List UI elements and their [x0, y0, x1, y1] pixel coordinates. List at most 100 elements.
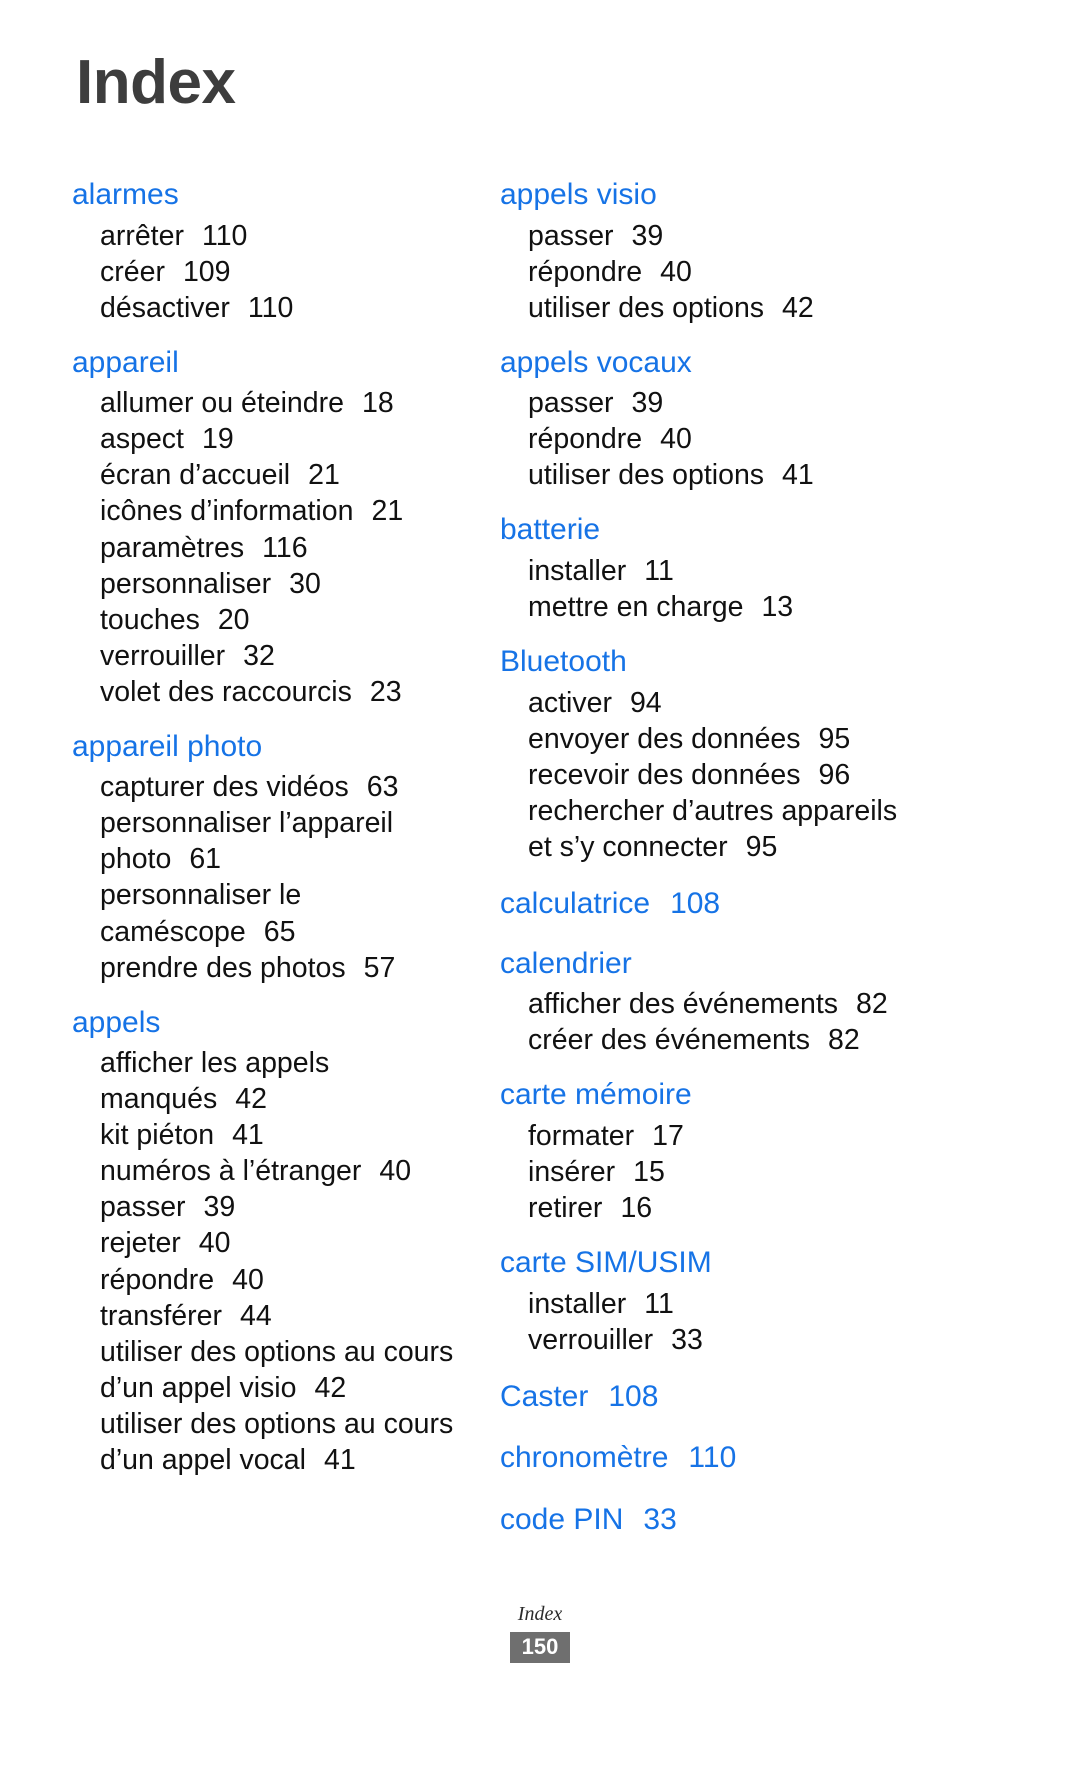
index-term-heading[interactable]: alarmes — [72, 172, 492, 218]
index-subentry[interactable]: utiliser des options 41 — [500, 457, 920, 493]
index-group: appareil photo capturer des vidéos 63 perso… — [72, 724, 492, 986]
index-subentry[interactable]: afficher les appels manqués 42 — [72, 1045, 492, 1117]
index-subentry[interactable]: activer 94 — [500, 685, 920, 721]
index-subentry-label: touches — [100, 603, 200, 636]
index-subentry[interactable]: allumer ou éteindre 18 — [72, 385, 492, 421]
index-subentry[interactable]: insérer 15 — [500, 1154, 920, 1190]
index-subentry[interactable]: utiliser des options 42 — [500, 290, 920, 326]
index-subentry[interactable]: passer 39 — [500, 385, 920, 421]
index-subentry[interactable]: passer 39 — [500, 218, 920, 254]
index-subentry[interactable]: répondre 40 — [500, 421, 920, 457]
index-subentry-label: passer — [100, 1191, 186, 1224]
index-subentry-page-number: 42 — [235, 1083, 267, 1116]
index-subentry-list: formater 17 insérer 15 retirer 16 — [500, 1118, 920, 1226]
index-subentry[interactable]: désactiver 110 — [72, 290, 492, 326]
index-subentry[interactable]: créer des événements 82 — [500, 1022, 920, 1058]
index-term-heading[interactable]: calculatrice 108 — [500, 881, 920, 927]
index-subentry-label: icônes d’information — [100, 495, 354, 528]
index-subentry-label: afficher les appels manqués — [100, 1047, 330, 1116]
index-subentry-label: désactiver — [100, 291, 230, 324]
index-subentry-page-number: 18 — [361, 387, 394, 420]
index-subentry[interactable]: arrêter 110 — [72, 218, 492, 254]
index-subentry-page-number: 11 — [644, 555, 674, 588]
index-subentry[interactable]: mettre en charge 13 — [500, 589, 920, 625]
index-subentry[interactable]: formater 17 — [500, 1118, 920, 1154]
index-subentry-label: répondre — [528, 423, 643, 456]
index-subentry[interactable]: personnaliser le caméscope 65 — [72, 877, 492, 949]
index-subentry-page-number: 33 — [671, 1323, 703, 1356]
index-term-heading[interactable]: carte mémoire — [500, 1072, 920, 1118]
index-term-heading[interactable]: batterie — [500, 507, 920, 553]
index-subentry-page-number: 32 — [243, 639, 275, 672]
index-subentry-page-number: 19 — [201, 423, 234, 456]
index-subentry-label: transférer — [100, 1299, 222, 1332]
index-subentry[interactable]: transférer 44 — [72, 1298, 492, 1334]
index-subentry[interactable]: écran d’accueil 21 — [72, 457, 492, 493]
index-subentry-list: afficher les appels manqués 42 kit piéton 4… — [72, 1045, 492, 1478]
index-subentry[interactable]: capturer des vidéos 63 — [72, 769, 492, 805]
index-subentry[interactable]: répondre 40 — [72, 1262, 492, 1298]
index-term-label: appareil — [72, 345, 179, 379]
index-subentry[interactable]: verrouiller 32 — [72, 638, 492, 674]
index-subentry-list: afficher des événements 82 créer des événe… — [500, 986, 920, 1058]
index-subentry[interactable]: créer 109 — [72, 254, 492, 290]
index-term-heading[interactable]: carte SIM/USIM — [500, 1240, 920, 1286]
index-subentry[interactable]: installer 11 — [500, 1286, 920, 1322]
index-term-label: chronomètre — [500, 1441, 669, 1475]
index-group: appels visio passer 39 répondre 40 utiliser d… — [500, 172, 920, 326]
index-subentry-label: utiliser des options au cours d’un appel… — [100, 1335, 454, 1404]
index-subentry[interactable]: rejeter 40 — [72, 1225, 492, 1261]
index-subentry[interactable]: aspect 19 — [72, 421, 492, 457]
index-term-heading[interactable]: appareil — [72, 340, 492, 386]
index-group: code PIN 33 — [500, 1497, 920, 1543]
index-term-heading[interactable]: appareil photo — [72, 724, 492, 770]
index-group: batterie installer 11 mettre en charge 13 — [500, 507, 920, 625]
index-term-heading[interactable]: appels visio — [500, 172, 920, 218]
index-subentry[interactable]: personnaliser 30 — [72, 566, 492, 602]
index-subentry[interactable]: prendre des photos 57 — [72, 950, 492, 986]
index-subentry[interactable]: touches 20 — [72, 602, 492, 638]
index-subentry[interactable]: passer 39 — [72, 1189, 492, 1225]
index-subentry[interactable]: utiliser des options au cours d’un appel… — [72, 1406, 492, 1478]
index-subentry-page-number: 41 — [324, 1443, 356, 1476]
index-subentry[interactable]: volet des raccourcis 23 — [72, 674, 492, 710]
index-subentry-page-number: 20 — [217, 603, 250, 636]
index-subentry[interactable]: installer 11 — [500, 553, 920, 589]
index-subentry-list: installer 11 verrouiller 33 — [500, 1286, 920, 1358]
index-subentry[interactable]: recevoir des données 96 — [500, 757, 920, 793]
index-subentry-page-number: 40 — [198, 1227, 231, 1260]
index-subentry-page-number: 82 — [856, 988, 888, 1021]
index-subentry-label: prendre des photos — [100, 951, 346, 984]
index-term-heading[interactable]: appels vocaux — [500, 340, 920, 386]
index-term-heading[interactable]: chronomètre 110 — [500, 1435, 920, 1481]
index-term-label: code PIN — [500, 1502, 624, 1536]
index-subentry[interactable]: envoyer des données 95 — [500, 721, 920, 757]
index-subentry[interactable]: afficher des événements 82 — [500, 986, 920, 1022]
index-term-heading[interactable]: appels — [72, 1000, 492, 1046]
index-subentry-page-number: 95 — [818, 722, 851, 755]
index-subentry-page-number: 21 — [371, 495, 404, 528]
index-subentry-page-number: 40 — [660, 423, 692, 456]
index-subentry[interactable]: utiliser des options au cours d’un appel… — [72, 1334, 492, 1406]
index-subentry[interactable]: verrouiller 33 — [500, 1322, 920, 1358]
index-term-label: calendrier — [500, 946, 632, 980]
index-subentry[interactable]: numéros à l’étranger 40 — [72, 1153, 492, 1189]
index-subentry[interactable]: paramètres 116 — [72, 530, 492, 566]
index-term-heading[interactable]: calendrier — [500, 941, 920, 987]
index-subentry-label: formater — [528, 1119, 635, 1152]
index-subentry[interactable]: icônes d’information 21 — [72, 493, 492, 529]
footer-section-label: Index — [517, 1603, 563, 1625]
index-subentry[interactable]: répondre 40 — [500, 254, 920, 290]
index-subentry[interactable]: retirer 16 — [500, 1190, 920, 1226]
index-subentry[interactable]: kit piéton 41 — [72, 1117, 492, 1153]
index-term-heading[interactable]: Caster 108 — [500, 1374, 920, 1420]
index-group: appels afficher les appels manqués 42 kit p… — [72, 1000, 492, 1478]
index-subentry[interactable]: rechercher d’autres appareils et s’y con… — [500, 793, 920, 865]
index-subentry-page-number: 17 — [652, 1119, 684, 1152]
index-term-heading[interactable]: code PIN 33 — [500, 1497, 920, 1543]
index-term-heading[interactable]: Bluetooth — [500, 639, 920, 685]
index-subentry[interactable]: personnaliser l’appareil photo 61 — [72, 805, 492, 877]
index-subentry-page-number: 15 — [633, 1155, 665, 1188]
index-subentry-page-number: 42 — [782, 291, 814, 324]
index-subentry-page-number: 21 — [308, 459, 340, 492]
